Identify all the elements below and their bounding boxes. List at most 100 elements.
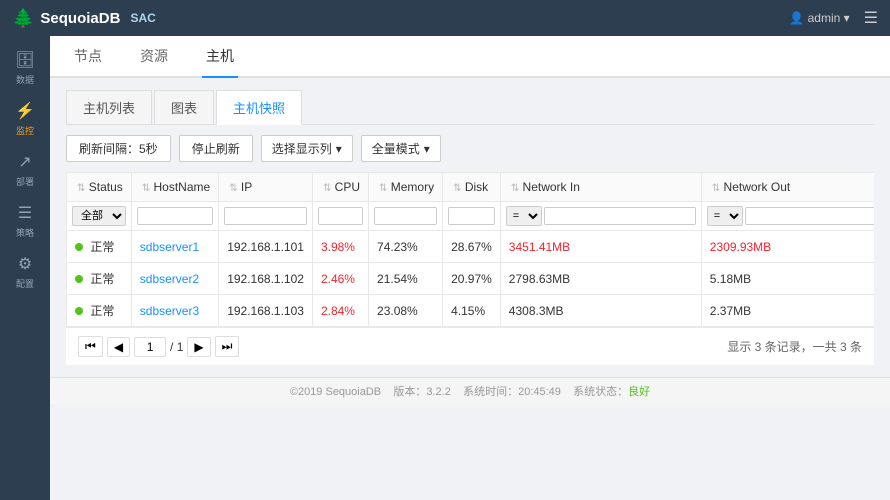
cell-cpu-1: 2.46% bbox=[312, 263, 368, 295]
cell-memory-1: 21.54% bbox=[369, 263, 443, 295]
database-icon: 🗄 bbox=[15, 50, 35, 70]
table-container: ⇅ Status ⇅ HostName ⇅ IP ⇅ CPU ⇅ Memory … bbox=[66, 172, 874, 327]
tree-icon: 🌲 bbox=[12, 8, 34, 29]
hostname-link-2[interactable]: sdbserver3 bbox=[140, 304, 199, 318]
last-page-button[interactable]: ⏭ bbox=[215, 336, 240, 357]
top-nav: 节点 资源 主机 bbox=[50, 36, 890, 78]
subtab-chart[interactable]: 图表 bbox=[154, 90, 214, 124]
cell-hostname-1: sdbserver2 bbox=[131, 263, 218, 295]
status-text-1: 正常 bbox=[90, 272, 114, 286]
filter-disk-input[interactable] bbox=[448, 207, 495, 225]
page-controls: ⏮ ◀ / 1 ▶ ⏭ bbox=[78, 336, 239, 357]
main-content: 节点 资源 主机 主机列表 图表 主机快照 刷新间隔：5秒 停止刷新 选择显示列… bbox=[50, 36, 890, 500]
layout: 🗄 数据 ⚡ 监控 ↗ 部署 ☰ 策略 ⚙ 配置 节点 资源 主机 bbox=[0, 36, 890, 500]
content-area: 主机列表 图表 主机快照 刷新间隔：5秒 停止刷新 选择显示列 ▾ 全量模式 ▾ bbox=[50, 78, 890, 377]
table-row: 正常 sdbserver1 192.168.1.101 3.98% 74.23%… bbox=[67, 231, 875, 263]
sub-tabs: 主机列表 图表 主机快照 bbox=[66, 90, 874, 125]
sidebar-item-log[interactable]: ☰ 策略 bbox=[0, 195, 50, 244]
version-label: 版本： bbox=[393, 386, 426, 398]
page-summary: 显示 3 条记录，一共 3 条 bbox=[727, 338, 862, 355]
header-right: 👤 admin ▾ ☰ bbox=[789, 8, 878, 28]
full-mode-button[interactable]: 全量模式 ▾ bbox=[361, 135, 441, 162]
cell-hostname-0: sdbserver1 bbox=[131, 231, 218, 263]
cell-network-in-2: 4308.3MB bbox=[500, 295, 701, 327]
col-ip[interactable]: ⇅ IP bbox=[219, 173, 313, 202]
sidebar: 🗄 数据 ⚡ 监控 ↗ 部署 ☰ 策略 ⚙ 配置 bbox=[0, 36, 50, 500]
col-cpu[interactable]: ⇅ CPU bbox=[312, 173, 368, 202]
cell-disk-0: 28.67% bbox=[443, 231, 501, 263]
filter-cpu-input[interactable] bbox=[318, 207, 363, 225]
filter-status-cell: 全部 bbox=[67, 202, 132, 231]
subtab-snapshot[interactable]: 主机快照 bbox=[216, 90, 302, 125]
status-dot-2 bbox=[75, 307, 83, 315]
filter-ip-cell bbox=[219, 202, 313, 231]
stop-refresh-button[interactable]: 停止刷新 bbox=[179, 135, 253, 162]
share-icon: ↗ bbox=[18, 152, 31, 172]
filter-status-select[interactable]: 全部 bbox=[72, 206, 126, 226]
col-network-in[interactable]: ⇅ Network In bbox=[500, 173, 701, 202]
table-row: 正常 sdbserver2 192.168.1.102 2.46% 21.54%… bbox=[67, 263, 875, 295]
cell-ip-0: 192.168.1.101 bbox=[219, 231, 313, 263]
filter-network-out-cell: = bbox=[701, 202, 874, 231]
system-status: 良好 bbox=[628, 386, 650, 398]
sidebar-item-monitor[interactable]: ⚡ 监控 bbox=[0, 93, 50, 142]
filter-network-out-eq[interactable]: = bbox=[707, 206, 743, 226]
col-disk[interactable]: ⇅ Disk bbox=[443, 173, 501, 202]
filter-network-in-eq[interactable]: = bbox=[506, 206, 542, 226]
hamburger-icon[interactable]: ☰ bbox=[864, 8, 878, 28]
col-network-out[interactable]: ⇅ Network Out bbox=[701, 173, 874, 202]
next-page-button[interactable]: ▶ bbox=[187, 337, 210, 357]
filter-row: 全部 = bbox=[67, 202, 875, 231]
cell-status-0: 正常 bbox=[67, 231, 132, 263]
refresh-interval-button[interactable]: 刷新间隔：5秒 bbox=[66, 135, 171, 162]
filter-memory-cell bbox=[369, 202, 443, 231]
footer: ©2019 SequoiaDB 版本：3.2.2 系统时间：20:45:49 系… bbox=[50, 377, 890, 404]
brand-name: SequoiaDB bbox=[40, 10, 120, 27]
filter-hostname-cell bbox=[131, 202, 218, 231]
status-dot-1 bbox=[75, 275, 83, 283]
subtab-list[interactable]: 主机列表 bbox=[66, 90, 152, 124]
status-label: 系统状态： bbox=[573, 386, 628, 398]
prev-page-button[interactable]: ◀ bbox=[107, 337, 130, 357]
system-time: 20:45:49 bbox=[518, 386, 561, 398]
filter-memory-input[interactable] bbox=[374, 207, 437, 225]
gear-icon: ⚙ bbox=[18, 254, 32, 274]
filter-disk-cell bbox=[443, 202, 501, 231]
filter-network-in-input[interactable] bbox=[544, 207, 696, 225]
cell-disk-1: 20.97% bbox=[443, 263, 501, 295]
sidebar-item-config[interactable]: ⚙ 配置 bbox=[0, 246, 50, 295]
filter-hostname-input[interactable] bbox=[137, 207, 213, 225]
list-icon: ☰ bbox=[18, 203, 32, 223]
col-memory[interactable]: ⇅ Memory bbox=[369, 173, 443, 202]
first-page-button[interactable]: ⏮ bbox=[78, 336, 103, 357]
version: 3.2.2 bbox=[426, 386, 450, 398]
cell-memory-2: 23.08% bbox=[369, 295, 443, 327]
sac-badge: SAC bbox=[130, 11, 155, 25]
admin-link[interactable]: 👤 admin ▾ bbox=[789, 11, 849, 25]
hostname-link-1[interactable]: sdbserver2 bbox=[140, 272, 199, 286]
cell-network-out-2: 2.37MB bbox=[701, 295, 874, 327]
status-text-0: 正常 bbox=[90, 240, 114, 254]
toolbar: 刷新间隔：5秒 停止刷新 选择显示列 ▾ 全量模式 ▾ bbox=[66, 135, 874, 162]
select-columns-button[interactable]: 选择显示列 ▾ bbox=[261, 135, 353, 162]
filter-network-out-input[interactable] bbox=[745, 207, 874, 225]
sidebar-item-deploy[interactable]: ↗ 部署 bbox=[0, 144, 50, 193]
tab-resources[interactable]: 资源 bbox=[136, 36, 172, 78]
tab-hosts[interactable]: 主机 bbox=[202, 36, 238, 78]
status-dot-0 bbox=[75, 243, 83, 251]
cell-status-1: 正常 bbox=[67, 263, 132, 295]
tab-nodes[interactable]: 节点 bbox=[70, 36, 106, 78]
cell-network-in-0: 3451.41MB bbox=[500, 231, 701, 263]
logo: 🌲 SequoiaDB SAC bbox=[12, 8, 156, 29]
cell-network-out-0: 2309.93MB bbox=[701, 231, 874, 263]
filter-ip-input[interactable] bbox=[224, 207, 307, 225]
page-number-input[interactable] bbox=[134, 337, 166, 357]
cell-cpu-2: 2.84% bbox=[312, 295, 368, 327]
col-status[interactable]: ⇅ Status bbox=[67, 173, 132, 202]
col-hostname[interactable]: ⇅ HostName bbox=[131, 173, 218, 202]
header: 🌲 SequoiaDB SAC 👤 admin ▾ ☰ bbox=[0, 0, 890, 36]
filter-cpu-cell bbox=[312, 202, 368, 231]
cell-hostname-2: sdbserver3 bbox=[131, 295, 218, 327]
hostname-link-0[interactable]: sdbserver1 bbox=[140, 240, 199, 254]
sidebar-item-data[interactable]: 🗄 数据 bbox=[0, 42, 50, 91]
